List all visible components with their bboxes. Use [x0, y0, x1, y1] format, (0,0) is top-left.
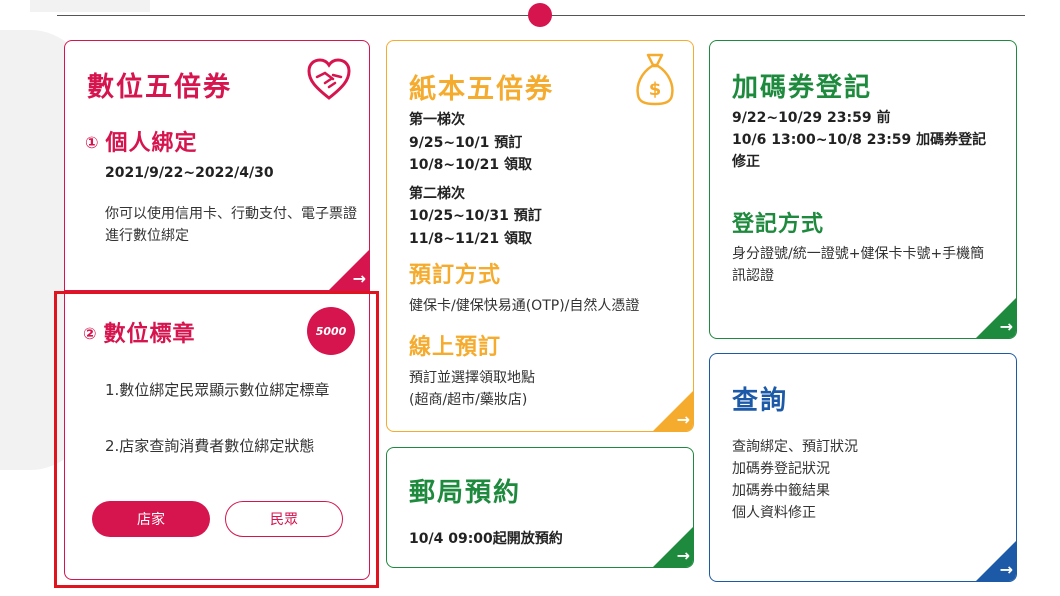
query-item: 加碼券登記狀況: [732, 461, 830, 477]
arrow-right-icon: →: [676, 410, 690, 429]
money-bag-icon: $: [636, 53, 674, 106]
digital-voucher-title: 數位五倍券: [87, 72, 232, 103]
arrow-right-icon: →: [676, 546, 690, 565]
paper-voucher-title: 紙本五倍券: [409, 74, 554, 105]
online-reserve-line-1: 預訂並選擇領取地點: [409, 370, 535, 386]
query-card[interactable]: 查詢 查詢綁定、預訂狀況 加碼券登記狀況 加碼券中籤結果 個人資料修正 →: [709, 353, 1017, 582]
batch2-label: 第二梯次: [409, 185, 465, 202]
batch1-pickup: 10/8~10/21 領取: [409, 157, 533, 173]
bonus-registration-title: 加碼券登記: [732, 73, 873, 103]
batch1-reserve: 9/25~10/1 預訂: [409, 134, 523, 151]
svg-text:$: $: [649, 79, 662, 100]
arrow-right-icon: →: [999, 560, 1013, 579]
arrow-right-icon: →: [352, 269, 366, 288]
binding-description: 你可以使用信用卡、行動支付、電子票證進行數位綁定: [105, 206, 357, 244]
digital-voucher-card[interactable]: 數位五倍券 ① 個人綁定 2021/9/22~2022/4/30 你可以使用信用卡…: [64, 40, 370, 290]
online-reserve-heading: 線上預訂: [409, 335, 502, 360]
bonus-schedule: 9/22~10/29 23:59 前 10/6 13:00~10/8 23:59…: [732, 107, 992, 173]
query-item: 查詢綁定、預訂狀況: [732, 439, 858, 455]
bonus-registration-card[interactable]: 加碼券登記 9/22~10/29 23:59 前 10/6 13:00~10/8…: [709, 40, 1017, 339]
bonus-line-2: 10/6 13:00~10/8 23:59 加碼券登記修正: [732, 132, 987, 170]
handshake-heart-icon: [307, 58, 351, 100]
query-item: 個人資料修正: [732, 505, 816, 521]
batch2-pickup: 11/8~11/21 領取: [409, 230, 533, 247]
query-title: 查詢: [732, 386, 789, 416]
online-reserve-body: 預訂並選擇領取地點 (超商/超市/藥妝店): [409, 367, 535, 411]
post-office-card[interactable]: 郵局預約 10/4 09:00起開放預約 →: [386, 447, 694, 568]
post-office-title: 郵局預約: [409, 478, 522, 508]
online-reserve-line-2: (超商/超市/藥妝店): [409, 392, 528, 408]
reserve-method-body: 健保卡/健保快易通(OTP)/自然人憑證: [409, 298, 640, 314]
reserve-method-heading: 預訂方式: [409, 263, 502, 288]
step-number-1: ①: [85, 133, 100, 152]
batch1-label: 第一梯次: [409, 112, 465, 128]
personal-binding-label: 個人綁定: [105, 131, 198, 156]
batch2-reserve: 10/25~10/31 預訂: [409, 208, 542, 224]
query-item: 加碼券中籤結果: [732, 483, 830, 499]
batch-schedule: 第一梯次 9/25~10/1 預訂 10/8~10/21 領取 第二梯次 10/…: [409, 109, 542, 250]
personal-binding-heading: ① 個人綁定: [85, 125, 198, 157]
top-dot-marker: [528, 3, 552, 27]
highlight-frame: [54, 291, 379, 588]
binding-date-range: 2021/9/22~2022/4/30: [105, 165, 274, 181]
arrow-right-icon: →: [999, 317, 1013, 336]
post-office-info: 10/4 09:00起開放預約: [409, 531, 563, 547]
query-items: 查詢綁定、預訂狀況 加碼券登記狀況 加碼券中籤結果 個人資料修正: [732, 436, 858, 524]
bonus-line-1: 9/22~10/29 23:59 前: [732, 110, 891, 126]
register-method-body: 身分證號/統一證號+健保卡卡號+手機簡訊認證: [732, 246, 985, 284]
paper-voucher-card[interactable]: 紙本五倍券 $ 第一梯次 9/25~10/1 預訂 10/8~10/21 領取 …: [386, 40, 694, 432]
register-method-heading: 登記方式: [732, 212, 825, 237]
background-decoration-top: [30, 0, 150, 12]
